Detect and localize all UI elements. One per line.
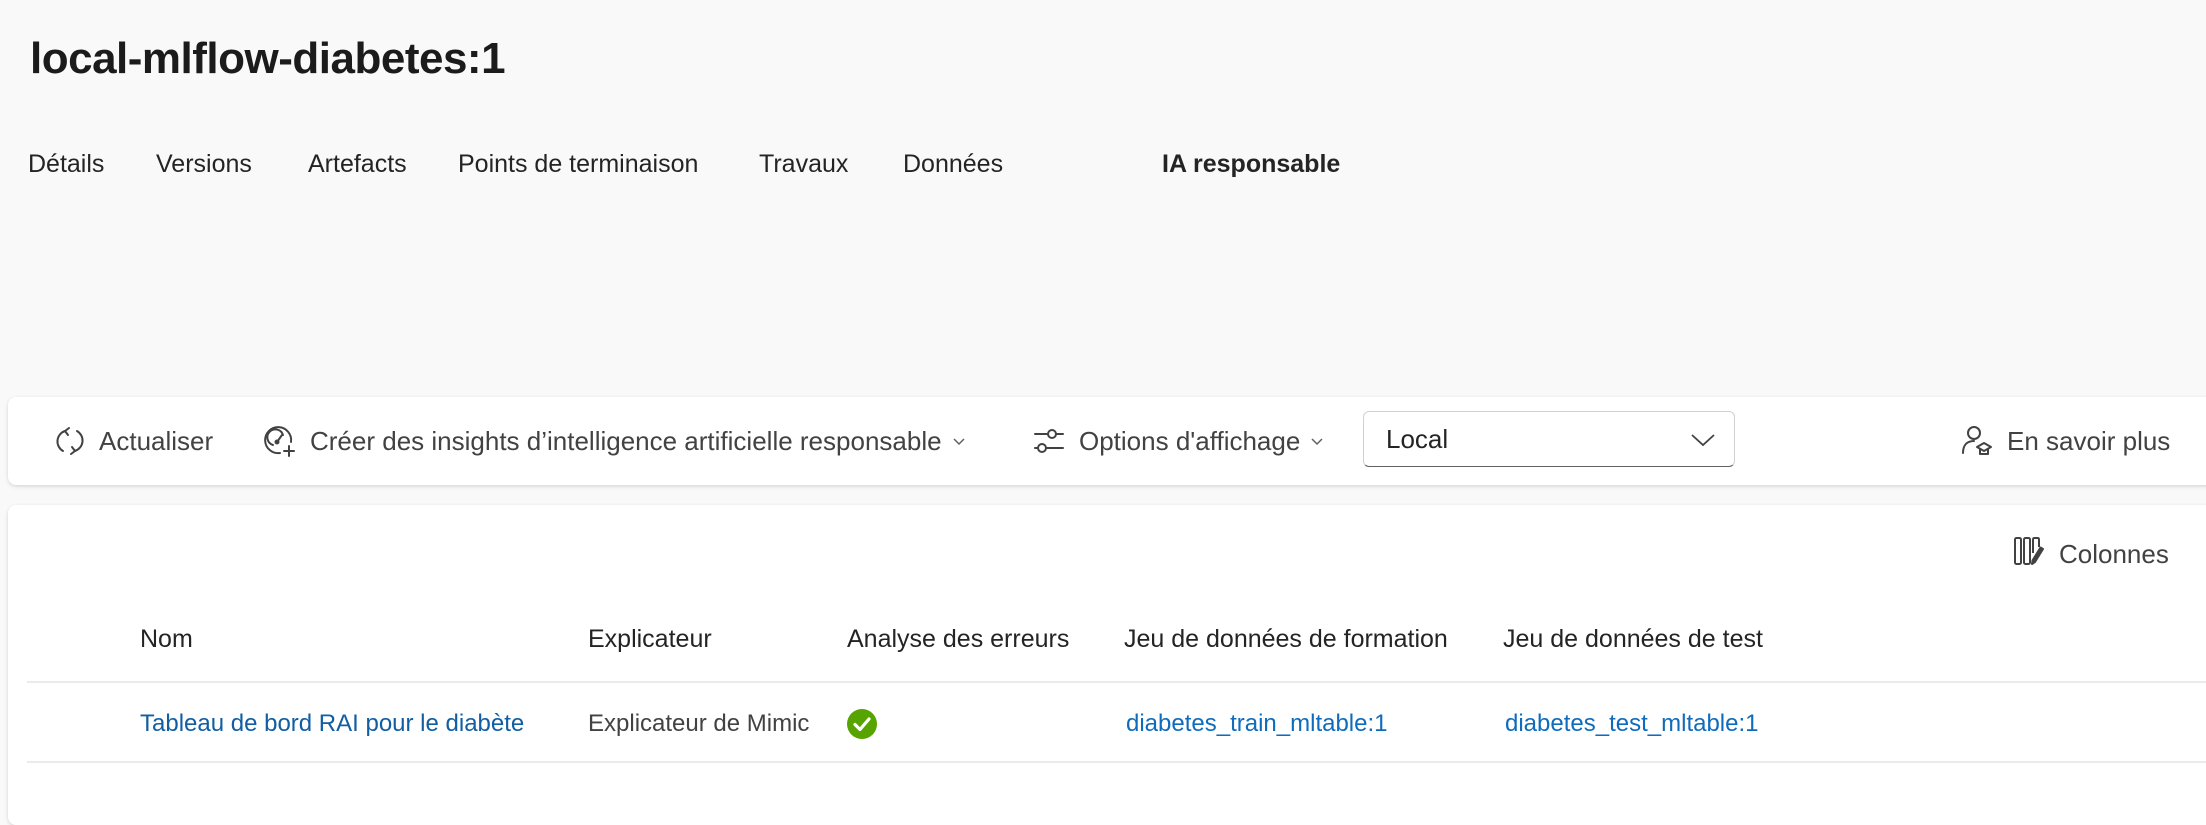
learn-more-button[interactable]: En savoir plus bbox=[1961, 397, 2170, 485]
column-header-test-dataset[interactable]: Jeu de données de test bbox=[1503, 625, 1763, 654]
learn-more-label: En savoir plus bbox=[2007, 425, 2171, 456]
command-bar: Actualiser Créer des insights d’intellig… bbox=[8, 397, 2206, 485]
tab-versions[interactable]: Versions bbox=[156, 150, 252, 179]
view-options-button[interactable]: Options d'affichage bbox=[1033, 397, 1324, 485]
create-rai-insights-label: Créer des insights d’intelligence artifi… bbox=[310, 425, 942, 456]
train-dataset-link[interactable]: diabetes_train_mltable:1 bbox=[1126, 710, 1388, 738]
create-rai-insights-button[interactable]: Créer des insights d’intelligence artifi… bbox=[262, 397, 966, 485]
column-header-error-analysis[interactable]: Analyse des erreurs bbox=[847, 625, 1069, 654]
tab-data[interactable]: Données bbox=[903, 150, 1003, 179]
rai-dashboards-panel: Colonnes Nom Explicateur Analyse des err… bbox=[8, 505, 2206, 825]
test-dataset-link[interactable]: diabetes_test_mltable:1 bbox=[1505, 710, 1759, 738]
column-edit-icon bbox=[2013, 535, 2045, 574]
columns-label: Colonnes bbox=[2059, 539, 2169, 569]
person-learning-icon bbox=[1961, 425, 1993, 457]
tab-jobs[interactable]: Travaux bbox=[759, 150, 848, 179]
dashboard-name-link[interactable]: Tableau de bord RAI pour le diabète bbox=[140, 710, 524, 738]
scope-dropdown[interactable]: Local bbox=[1363, 411, 1735, 467]
chevron-down-icon bbox=[1310, 436, 1324, 446]
column-header-name[interactable]: Nom bbox=[140, 625, 193, 654]
header-divider bbox=[27, 681, 2206, 683]
refresh-button[interactable]: Actualiser bbox=[55, 397, 213, 485]
gauge-add-icon bbox=[262, 424, 296, 458]
scope-dropdown-value: Local bbox=[1386, 423, 1449, 454]
chevron-down-icon bbox=[952, 436, 966, 446]
tab-responsible-ai[interactable]: IA responsable bbox=[1162, 150, 1340, 179]
explainer-cell: Explicateur de Mimic bbox=[588, 710, 810, 737]
arrow-sync-icon bbox=[55, 425, 85, 457]
tab-artifacts[interactable]: Artefacts bbox=[308, 150, 407, 179]
options-sliders-icon bbox=[1033, 426, 1065, 456]
column-header-explainer[interactable]: Explicateur bbox=[588, 625, 712, 654]
column-header-train-dataset[interactable]: Jeu de données de formation bbox=[1124, 625, 1448, 654]
refresh-label: Actualiser bbox=[99, 425, 214, 456]
success-check-icon bbox=[846, 708, 878, 747]
columns-button[interactable]: Colonnes bbox=[2013, 535, 2169, 574]
tab-endpoints[interactable]: Points de terminaison bbox=[458, 150, 698, 179]
view-options-label: Options d'affichage bbox=[1079, 425, 1301, 456]
row-divider bbox=[27, 761, 2206, 763]
page-title: local-mlflow-diabetes:1 bbox=[30, 34, 506, 83]
chevron-down-icon bbox=[1690, 424, 1716, 455]
tab-details[interactable]: Détails bbox=[28, 150, 104, 179]
